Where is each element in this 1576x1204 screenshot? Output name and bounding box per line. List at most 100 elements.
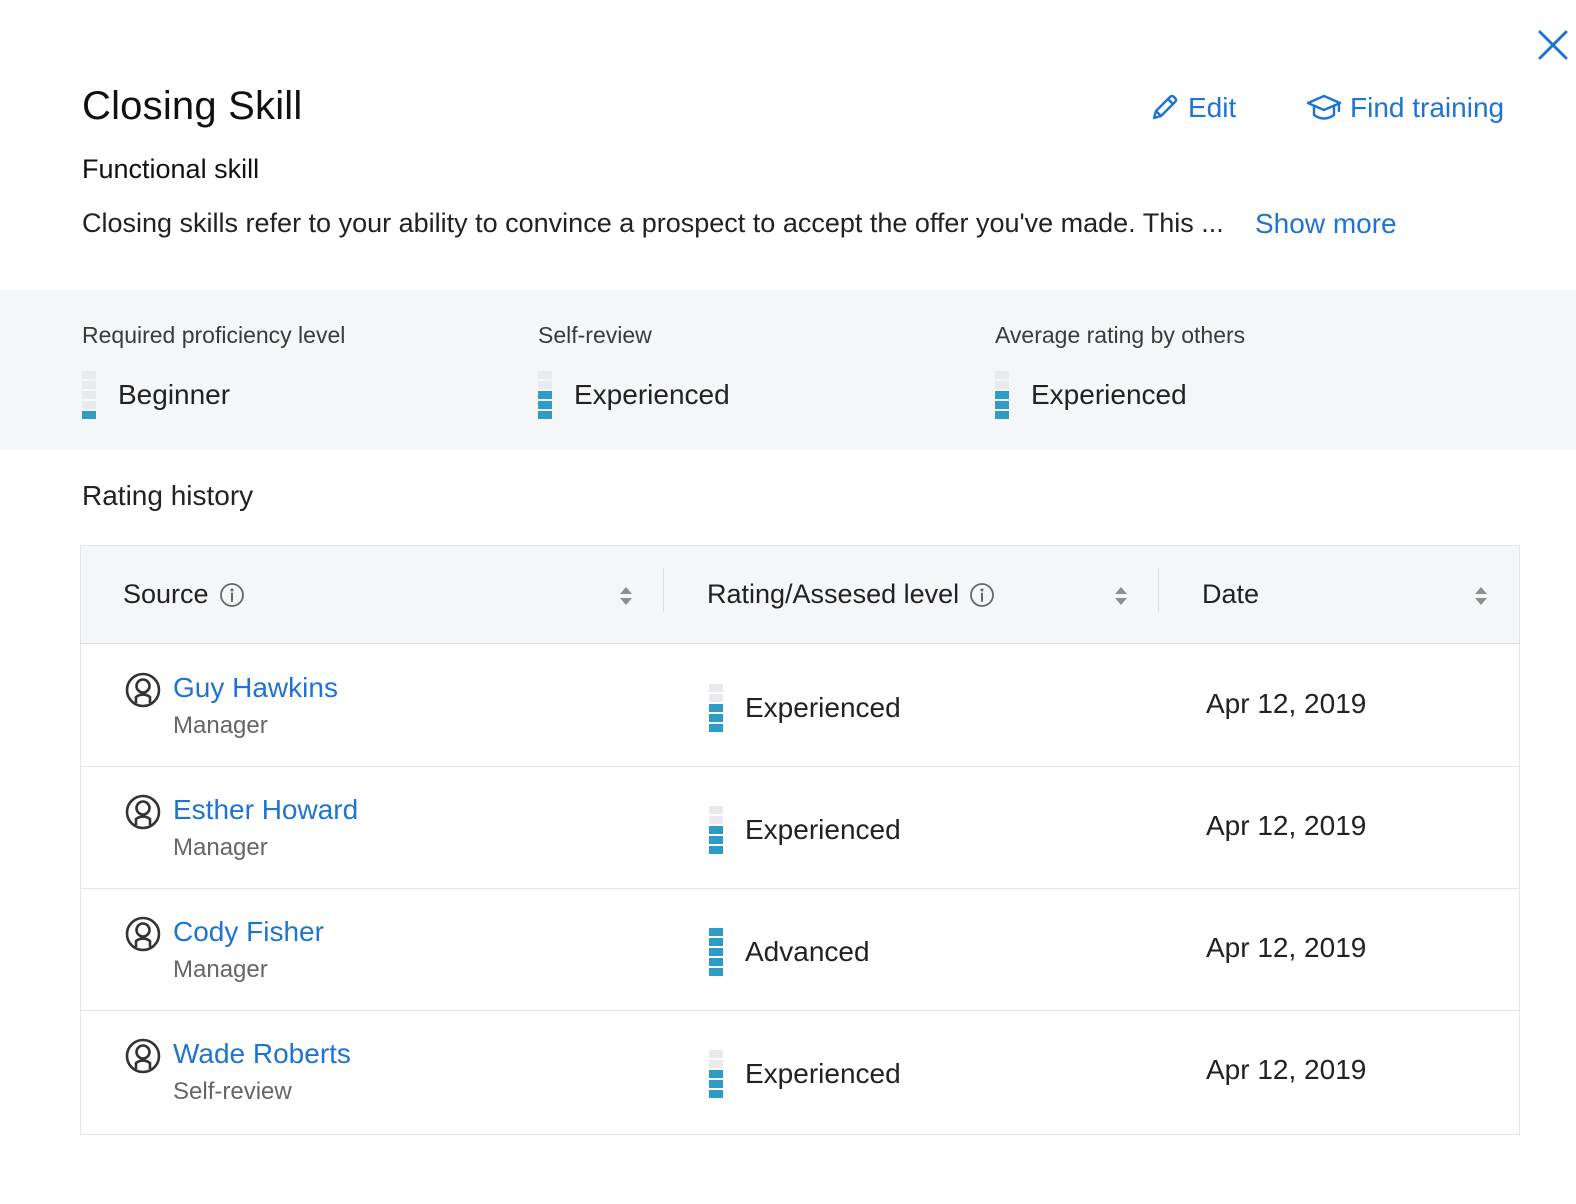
column-label-date[interactable]: Date (1202, 579, 1259, 610)
table-row: Wade Roberts Self-review Experienced Apr… (81, 1010, 1519, 1132)
sort-icon[interactable] (1113, 584, 1129, 613)
edit-button[interactable]: Edit (1148, 92, 1236, 124)
level-indicator (538, 371, 552, 419)
level-segment (995, 411, 1009, 419)
source-role: Manager (173, 956, 268, 983)
level-segment (709, 938, 723, 946)
level-segment (82, 411, 96, 419)
rating-date: Apr 12, 2019 (1206, 932, 1367, 963)
level-segment (709, 816, 723, 824)
level-segment (709, 1060, 723, 1068)
level-segment (709, 684, 723, 692)
skill-description: Closing skills refer to your ability to … (82, 208, 1224, 238)
user-avatar-icon (125, 916, 161, 957)
level-indicator (709, 1050, 723, 1098)
level-segment (709, 694, 723, 702)
rating-value: Experienced (745, 814, 901, 845)
level-segment (709, 806, 723, 814)
source-name-link[interactable]: Cody Fisher (173, 916, 324, 948)
column-divider (1158, 568, 1159, 612)
level-segment (709, 958, 723, 966)
self-review-summary: Self-review Experienced (538, 322, 730, 419)
level-segment (709, 1070, 723, 1078)
sort-icon[interactable] (1473, 584, 1489, 613)
level-indicator (709, 806, 723, 854)
level-indicator (709, 684, 723, 732)
level-segment (709, 1050, 723, 1058)
source-name-link[interactable]: Esther Howard (173, 794, 358, 826)
level-segment (538, 411, 552, 419)
level-segment (709, 724, 723, 732)
average-rating-label: Average rating by others (995, 322, 1246, 348)
self-review-value: Experienced (574, 379, 730, 410)
close-icon (1538, 30, 1568, 60)
level-indicator (82, 371, 96, 419)
source-name-link[interactable]: Wade Roberts (173, 1038, 351, 1070)
average-rating-summary: Average rating by others Experienced (995, 322, 1245, 419)
table-header: Source Rating/Assesed level Date (81, 546, 1519, 644)
level-segment (709, 928, 723, 936)
level-segment (538, 371, 552, 379)
pencil-icon (1152, 94, 1178, 120)
skill-type: Functional skill (82, 154, 260, 184)
level-segment (538, 391, 552, 399)
level-segment (709, 846, 723, 854)
page-title: Closing Skill (82, 84, 303, 128)
level-segment (709, 826, 723, 834)
source-name-link[interactable]: Guy Hawkins (173, 672, 338, 704)
level-segment (995, 371, 1009, 379)
level-segment (709, 948, 723, 956)
edit-label: Edit (1188, 92, 1237, 123)
self-review-label: Self-review (538, 322, 652, 348)
level-segment (995, 401, 1009, 409)
rating-history-title: Rating history (82, 480, 254, 511)
required-proficiency-label: Required proficiency level (82, 322, 346, 348)
rating-value: Experienced (745, 692, 901, 723)
find-training-label: Find training (1350, 92, 1505, 123)
column-divider (663, 568, 664, 612)
sort-icon[interactable] (618, 584, 634, 613)
column-label-rating[interactable]: Rating/Assesed level (707, 579, 959, 610)
info-icon[interactable] (969, 582, 995, 608)
user-avatar-icon (125, 794, 161, 835)
level-segment (995, 391, 1009, 399)
rating-date: Apr 12, 2019 (1206, 1054, 1367, 1085)
source-role: Manager (173, 712, 268, 739)
table-row: Guy Hawkins Manager Experienced Apr 12, … (81, 644, 1519, 767)
show-more-link[interactable]: Show more (1255, 208, 1397, 240)
level-segment (538, 381, 552, 389)
rating-value: Experienced (745, 1058, 901, 1089)
level-segment (82, 381, 96, 389)
required-proficiency: Required proficiency level Beginner (82, 322, 345, 419)
rating-date: Apr 12, 2019 (1206, 688, 1367, 719)
level-segment (709, 714, 723, 722)
level-indicator (709, 928, 723, 976)
level-indicator (995, 371, 1009, 419)
user-avatar-icon (125, 1038, 161, 1079)
required-proficiency-value: Beginner (118, 379, 231, 410)
table-row: Cody Fisher Manager Advanced Apr 12, 201… (81, 888, 1519, 1011)
level-segment (709, 1080, 723, 1088)
average-rating-value: Experienced (1031, 379, 1187, 410)
level-segment (538, 401, 552, 409)
column-label-source[interactable]: Source (123, 579, 209, 610)
column-header-date: Date (1202, 546, 1259, 643)
column-header-rating: Rating/Assesed level (707, 546, 995, 643)
rating-history-table: Source Rating/Assesed level Date Guy Haw… (80, 545, 1520, 1135)
table-row: Esther Howard Manager Experienced Apr 12… (81, 766, 1519, 889)
column-header-source: Source (123, 546, 245, 643)
level-segment (82, 371, 96, 379)
level-segment (82, 401, 96, 409)
close-button[interactable] (1536, 28, 1572, 64)
level-segment (82, 391, 96, 399)
graduation-cap-icon (1306, 94, 1342, 120)
rating-value: Advanced (745, 936, 870, 967)
level-segment (709, 704, 723, 712)
info-icon[interactable] (219, 582, 245, 608)
source-role: Manager (173, 834, 268, 861)
rating-date: Apr 12, 2019 (1206, 810, 1367, 841)
find-training-button[interactable]: Find training (1306, 92, 1504, 124)
user-avatar-icon (125, 672, 161, 713)
level-segment (709, 836, 723, 844)
source-role: Self-review (173, 1078, 292, 1105)
